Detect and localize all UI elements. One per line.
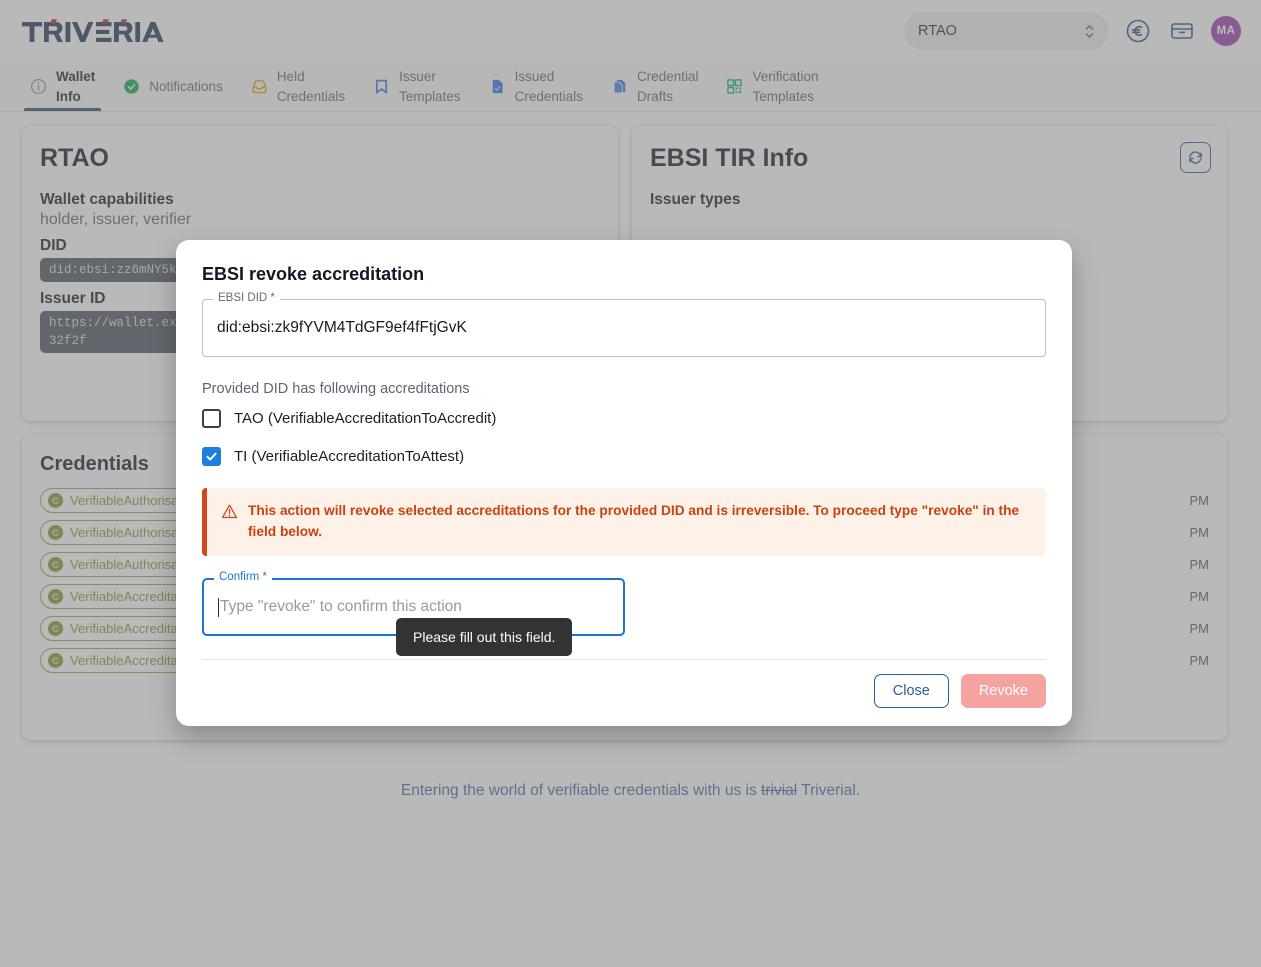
- validation-tooltip: Please fill out this field.: [396, 618, 573, 656]
- ebsi-revoke-accreditation-dialog: EBSI revoke accreditation EBSI DID * did…: [176, 240, 1072, 726]
- checkbox-ti-label: TI (VerifiableAccreditationToAttest): [234, 448, 465, 465]
- ebsi-did-value: did:ebsi:zk9fYVM4TdGF9ef4fFtjGvK: [217, 319, 467, 336]
- warning-text: This action will revoke selected accredi…: [248, 503, 1020, 539]
- checkbox-ti[interactable]: TI (VerifiableAccreditationToAttest): [202, 447, 1046, 466]
- checkbox-tao-label: TAO (VerifiableAccreditationToAccredit): [234, 410, 497, 427]
- ebsi-did-input[interactable]: EBSI DID * did:ebsi:zk9fYVM4TdGF9ef4fFtj…: [202, 292, 1046, 357]
- accreditations-hint: Provided DID has following accreditation…: [202, 381, 470, 397]
- revoke-button[interactable]: Revoke: [960, 674, 1046, 708]
- checkbox-ti-box[interactable]: [202, 447, 221, 466]
- irreversible-warning: This action will revoke selected accredi…: [202, 488, 1046, 557]
- checkbox-tao-box[interactable]: [202, 409, 221, 428]
- checkbox-tao[interactable]: TAO (VerifiableAccreditationToAccredit): [202, 409, 1046, 428]
- dialog-title: EBSI revoke accreditation: [202, 264, 425, 284]
- confirm-placeholder: Type "revoke" to confirm this action: [220, 598, 462, 616]
- dialog-actions: Close Revoke: [202, 659, 1046, 726]
- close-button[interactable]: Close: [873, 674, 949, 708]
- accreditation-checkbox-group: TAO (VerifiableAccreditationToAccredit) …: [202, 409, 1046, 466]
- text-caret: [218, 597, 219, 617]
- confirm-label: Confirm *: [214, 571, 272, 584]
- warning-triangle-icon: [221, 503, 238, 525]
- ebsi-did-label: EBSI DID *: [213, 292, 280, 304]
